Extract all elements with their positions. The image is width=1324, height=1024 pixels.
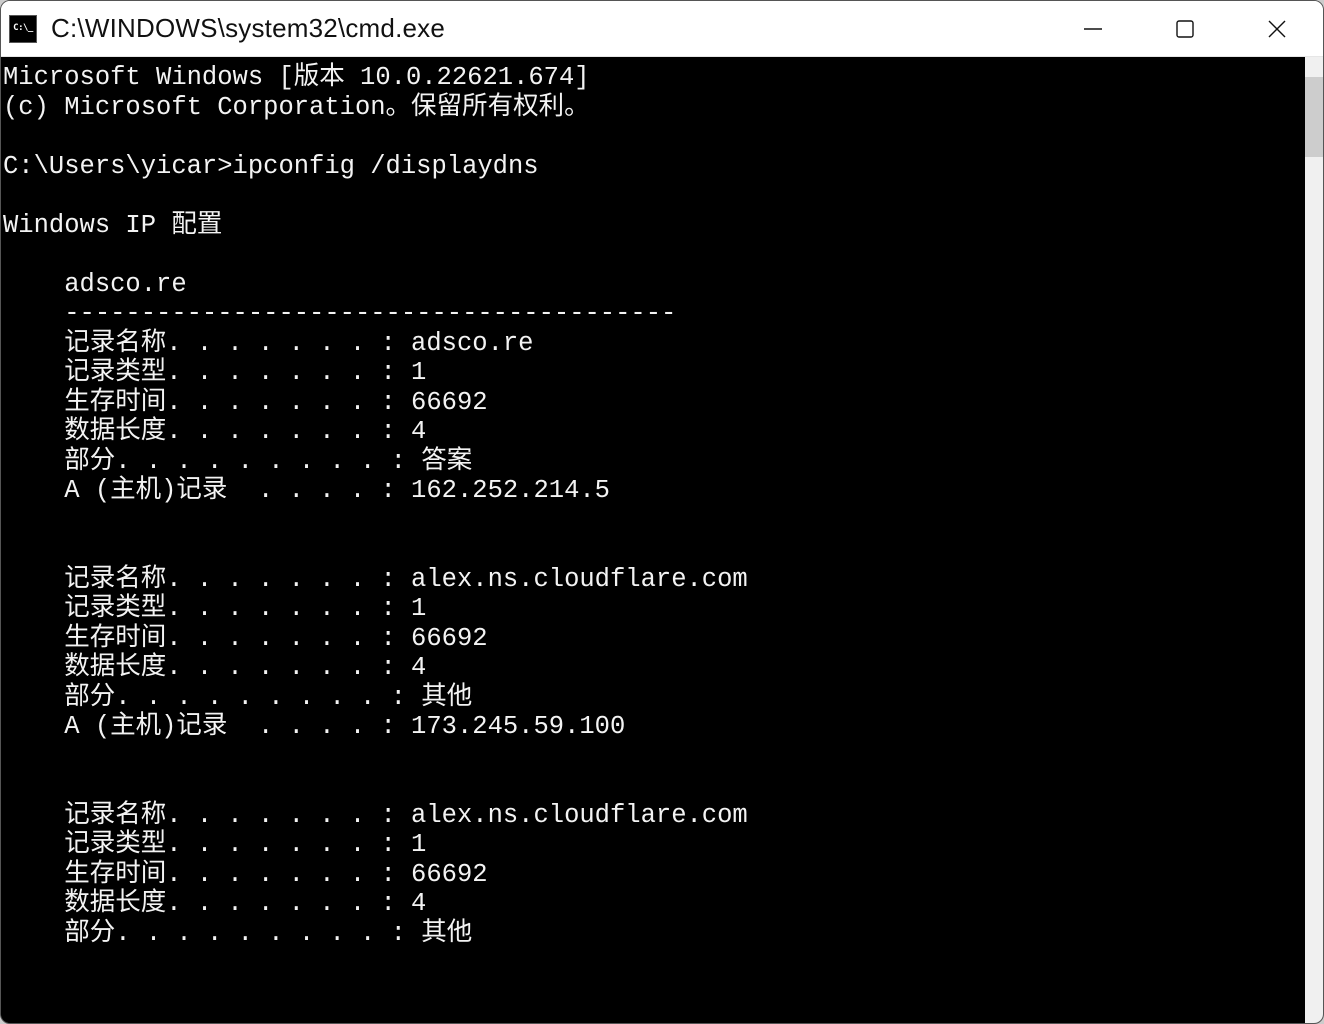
cmd-window: C:\WINDOWS\system32\cmd.exe Microsoft Wi… [0,0,1324,1024]
minimize-icon [1079,15,1107,43]
window-title: C:\WINDOWS\system32\cmd.exe [51,13,1047,44]
cmd-icon [9,15,37,43]
minimize-button[interactable] [1047,1,1139,56]
close-button[interactable] [1231,1,1323,56]
terminal-area: Microsoft Windows [版本 10.0.22621.674] (c… [1,57,1323,1023]
scrollbar-thumb[interactable] [1305,77,1323,157]
scrollbar[interactable] [1305,57,1323,1023]
window-controls [1047,1,1323,56]
maximize-button[interactable] [1139,1,1231,56]
maximize-icon [1172,16,1198,42]
terminal-output[interactable]: Microsoft Windows [版本 10.0.22621.674] (c… [1,57,1305,1023]
titlebar[interactable]: C:\WINDOWS\system32\cmd.exe [1,1,1323,57]
close-icon [1263,15,1291,43]
